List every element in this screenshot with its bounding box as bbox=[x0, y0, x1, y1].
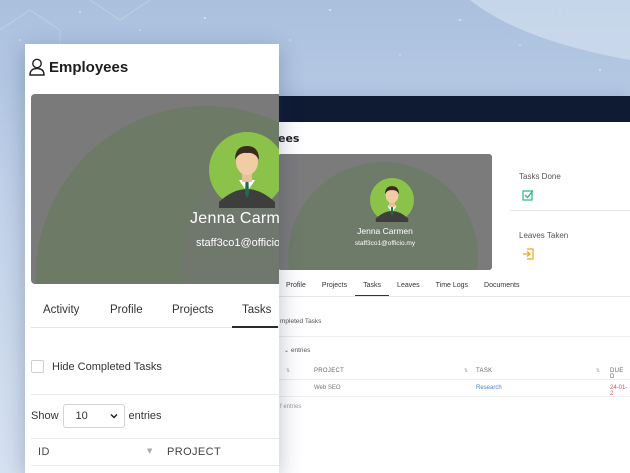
entries-select[interactable]: 10 bbox=[62, 404, 125, 428]
column-id[interactable]: ID bbox=[38, 446, 50, 458]
table-header: ID ▼ PROJECT bbox=[31, 438, 279, 466]
tab-profile[interactable]: Profile bbox=[110, 304, 143, 328]
hide-completed-checkbox[interactable] bbox=[31, 360, 44, 373]
chevron-down-icon: ⌄ bbox=[284, 348, 290, 354]
employee-name: Jenna Carmen bbox=[357, 226, 413, 236]
sort-icon[interactable]: ⇅ bbox=[464, 368, 468, 374]
stat-divider bbox=[510, 210, 630, 211]
hide-completed-toggle[interactable]: Hide Completed Tasks bbox=[31, 360, 162, 373]
stat-leaves-taken-label: Leaves Taken bbox=[519, 231, 569, 240]
front-app-window: Employees Jenna Carmen staff3co1@officio… bbox=[25, 44, 279, 473]
employee-email: staff3co1@officio bbox=[196, 237, 279, 249]
profile-tabs: Profile Projects Tasks Leaves Time Logs … bbox=[278, 278, 527, 296]
user-icon bbox=[29, 58, 45, 76]
column-project[interactable]: PROJECT bbox=[314, 368, 344, 374]
hide-completed-label[interactable]: mpleted Tasks bbox=[280, 318, 321, 325]
sort-icon[interactable]: ⇅ bbox=[286, 368, 290, 374]
tab-projects[interactable]: Projects bbox=[314, 278, 355, 296]
entries-value: 10 bbox=[75, 410, 88, 422]
entries-control: Show 10 entries bbox=[31, 404, 162, 428]
section-divider bbox=[278, 336, 630, 337]
tab-leaves[interactable]: Leaves bbox=[389, 278, 428, 296]
cell-due-date: 24-01-2 bbox=[610, 385, 628, 397]
tab-profile[interactable]: Profile bbox=[278, 278, 314, 296]
stat-tasks-done-label: Tasks Done bbox=[519, 172, 561, 181]
page-title: Employees bbox=[49, 58, 129, 76]
tab-documents[interactable]: Documents bbox=[476, 278, 527, 296]
back-app-window: ees Jenna Carmen staff3co1@officio.my Ta… bbox=[248, 96, 630, 473]
employee-email: staff3co1@officio.my bbox=[354, 240, 416, 247]
avatar bbox=[370, 178, 414, 222]
check-square-icon bbox=[522, 190, 534, 201]
table-row[interactable]: Web SEO Research 24-01-2 bbox=[278, 381, 630, 397]
table-info: f entries bbox=[280, 404, 302, 410]
section-divider bbox=[31, 394, 279, 395]
chevron-down-icon bbox=[110, 413, 118, 419]
employee-name: Jenna Carmen bbox=[190, 210, 279, 227]
profile-tabs: Activity Profile Projects Tasks bbox=[31, 298, 279, 328]
cell-project: Web SEO bbox=[314, 385, 341, 391]
tab-tasks[interactable]: Tasks bbox=[355, 278, 390, 296]
table-header: ⇅ PROJECT ⇅ TASK ⇅ DUE D bbox=[278, 364, 630, 380]
profile-card: Jenna Carmen staff3co1@officio bbox=[31, 94, 279, 284]
profile-card: Jenna Carmen staff3co1@officio.my bbox=[278, 154, 492, 270]
column-project[interactable]: PROJECT bbox=[167, 446, 221, 458]
top-navbar bbox=[248, 96, 630, 122]
avatar bbox=[209, 132, 279, 208]
entries-selector[interactable]: ⌄ entries bbox=[284, 347, 310, 354]
tab-projects[interactable]: Projects bbox=[172, 304, 214, 328]
page-title: ees bbox=[278, 132, 300, 145]
sort-icon[interactable]: ⇅ bbox=[596, 368, 600, 374]
hide-completed-label: Hide Completed Tasks bbox=[52, 360, 162, 373]
entries-label: entries bbox=[128, 410, 162, 422]
tab-activity[interactable]: Activity bbox=[43, 304, 79, 328]
column-due-date[interactable]: DUE D bbox=[610, 368, 630, 380]
column-task[interactable]: TASK bbox=[476, 368, 492, 374]
tabs-divider bbox=[278, 296, 630, 297]
entries-label: entries bbox=[290, 347, 311, 354]
show-label: Show bbox=[31, 410, 59, 422]
cell-task-link[interactable]: Research bbox=[476, 385, 502, 391]
sign-out-icon bbox=[523, 248, 534, 260]
page-header: Employees bbox=[29, 56, 128, 78]
tab-tasks[interactable]: Tasks bbox=[232, 304, 278, 328]
tab-time-logs[interactable]: Time Logs bbox=[428, 278, 476, 296]
sort-icon[interactable]: ▼ bbox=[147, 447, 152, 455]
